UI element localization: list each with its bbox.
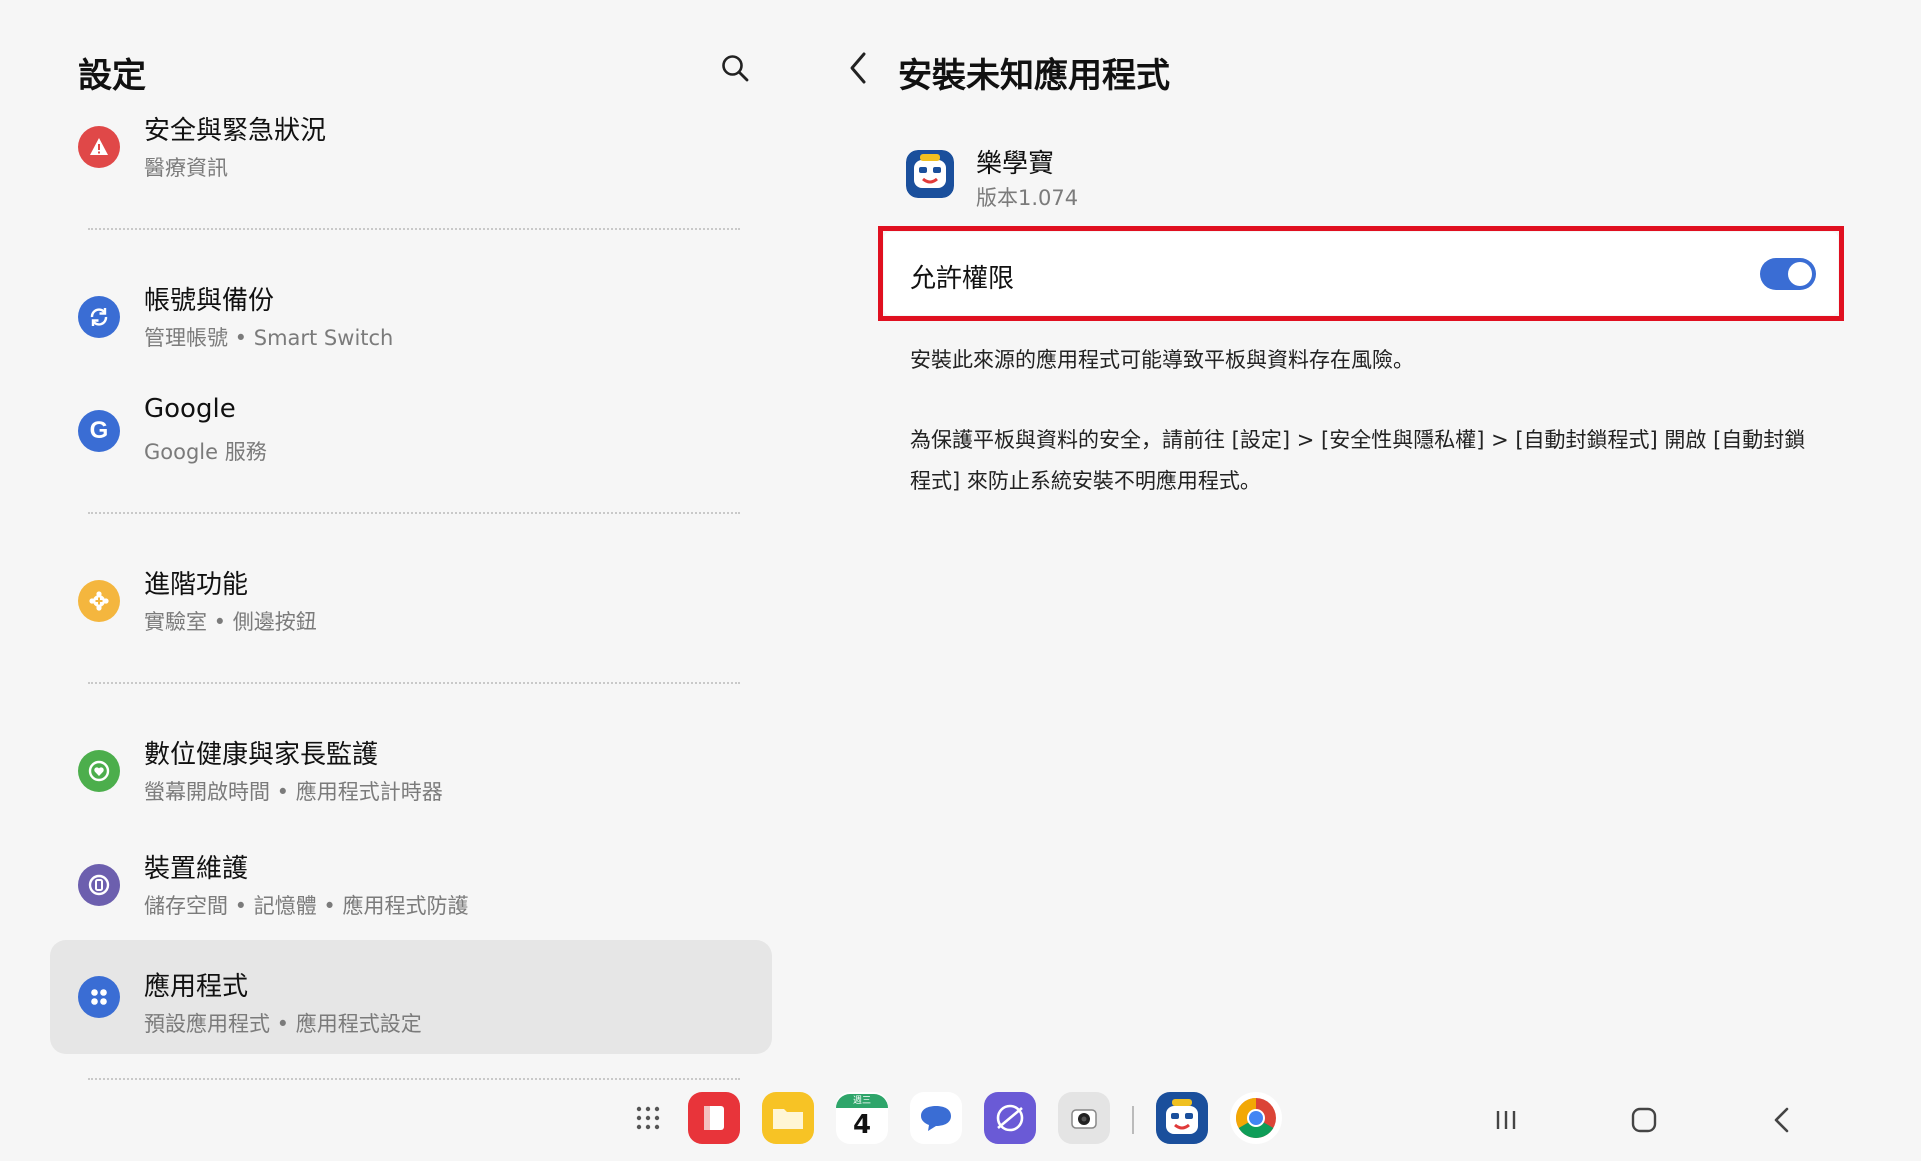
allow-permission-label: 允許權限 bbox=[910, 264, 1015, 294]
app-version: 版本1.074 bbox=[976, 186, 1079, 210]
toggle-knob bbox=[1788, 262, 1812, 286]
dock-separator bbox=[1132, 1106, 1134, 1134]
search-icon bbox=[722, 55, 749, 82]
device-care-icon bbox=[78, 864, 120, 906]
menu-item-title: 裝置維護 bbox=[144, 854, 249, 884]
menu-item-title: 應用程式 bbox=[144, 972, 249, 1002]
allow-permission-row[interactable]: 允許權限 bbox=[884, 232, 1838, 315]
menu-item-accounts[interactable]: 帳號與備份 管理帳號 • Smart Switch bbox=[50, 264, 772, 372]
menu-item-subtitle: 螢幕開啟時間 • 應用程式計時器 bbox=[144, 780, 443, 804]
nav-back-button[interactable] bbox=[1762, 1100, 1802, 1140]
chrome-icon[interactable] bbox=[1230, 1092, 1282, 1144]
risk-description: 安裝此來源的應用程式可能導致平板與資料存在風險。 bbox=[910, 348, 1414, 372]
sync-icon bbox=[78, 296, 120, 338]
recents-icon bbox=[1496, 1111, 1516, 1129]
menu-item-google[interactable]: G Google Google 服務 bbox=[50, 378, 772, 486]
menu-item-apps[interactable]: 應用程式 預設應用程式 • 應用程式設定 bbox=[50, 940, 772, 1054]
calendar-weekday: 週三 bbox=[836, 1094, 888, 1108]
recents-button[interactable] bbox=[1486, 1100, 1526, 1140]
settings-list-pane: 設定 安全與緊急狀況 醫療資訊 帳號與備份 管理帳號 • Smart Switc… bbox=[0, 0, 790, 1080]
menu-item-subtitle: Google 服務 bbox=[144, 440, 267, 464]
menu-item-device-care[interactable]: 裝置維護 儲存空間 • 記憶體 • 應用程式防護 bbox=[50, 832, 772, 940]
camera-icon[interactable] bbox=[1058, 1092, 1110, 1144]
menu-item-safety[interactable]: 安全與緊急狀況 醫療資訊 bbox=[50, 94, 772, 202]
notes-app-icon[interactable] bbox=[688, 1092, 740, 1144]
menu-item-subtitle: 儲存空間 • 記憶體 • 應用程式防護 bbox=[144, 894, 469, 918]
home-button[interactable] bbox=[1624, 1100, 1664, 1140]
page-title: 設定 bbox=[78, 56, 146, 96]
lexuebao-app-icon bbox=[906, 150, 954, 198]
menu-item-subtitle: 預設應用程式 • 應用程式設定 bbox=[144, 1012, 422, 1036]
menu-item-subtitle: 實驗室 • 側邊按鈕 bbox=[144, 610, 317, 634]
home-icon bbox=[1631, 1107, 1657, 1133]
nav-back-icon bbox=[1774, 1107, 1789, 1133]
menu-item-title: 數位健康與家長監護 bbox=[144, 740, 379, 770]
menu-item-title: 安全與緊急狀況 bbox=[144, 116, 327, 146]
menu-item-title: 帳號與備份 bbox=[144, 286, 275, 316]
apps-grid-icon bbox=[78, 976, 120, 1018]
calendar-icon[interactable]: 週三 4 bbox=[836, 1092, 888, 1144]
divider bbox=[88, 682, 740, 684]
my-files-icon[interactable] bbox=[762, 1092, 814, 1144]
divider bbox=[88, 512, 740, 514]
gear-plus-icon bbox=[78, 580, 120, 622]
menu-item-subtitle: 醫療資訊 bbox=[144, 156, 228, 180]
search-button[interactable] bbox=[715, 48, 755, 88]
chevron-left-icon bbox=[850, 52, 866, 84]
divider bbox=[88, 228, 740, 230]
menu-item-subtitle: 管理帳號 • Smart Switch bbox=[144, 326, 394, 350]
heart-ring-icon bbox=[78, 750, 120, 792]
internet-icon[interactable] bbox=[984, 1092, 1036, 1144]
auto-blocker-description: 為保護平板與資料的安全，請前往 [設定] > [安全性與隱私權] > [自動封鎖… bbox=[910, 428, 1806, 493]
menu-item-title: Google bbox=[144, 394, 236, 424]
allow-permission-toggle[interactable] bbox=[1760, 258, 1816, 290]
back-button[interactable] bbox=[842, 48, 876, 88]
menu-item-title: 進階功能 bbox=[144, 570, 249, 600]
messages-icon[interactable] bbox=[910, 1092, 962, 1144]
alert-icon bbox=[78, 126, 120, 168]
calendar-day: 4 bbox=[852, 1110, 872, 1140]
apps-drawer-button[interactable] bbox=[622, 1092, 674, 1144]
menu-item-advanced-features[interactable]: 進階功能 實驗室 • 側邊按鈕 bbox=[50, 548, 772, 656]
google-icon: G bbox=[78, 410, 120, 452]
apps-drawer-icon bbox=[636, 1106, 660, 1130]
detail-title: 安裝未知應用程式 bbox=[898, 56, 1170, 96]
menu-item-digital-wellbeing[interactable]: 數位健康與家長監護 螢幕開啟時間 • 應用程式計時器 bbox=[50, 718, 772, 826]
app-name: 樂學寶 bbox=[976, 149, 1055, 179]
taskbar: 週三 4 bbox=[0, 1080, 1921, 1161]
lexuebao-app-icon[interactable] bbox=[1156, 1092, 1208, 1144]
